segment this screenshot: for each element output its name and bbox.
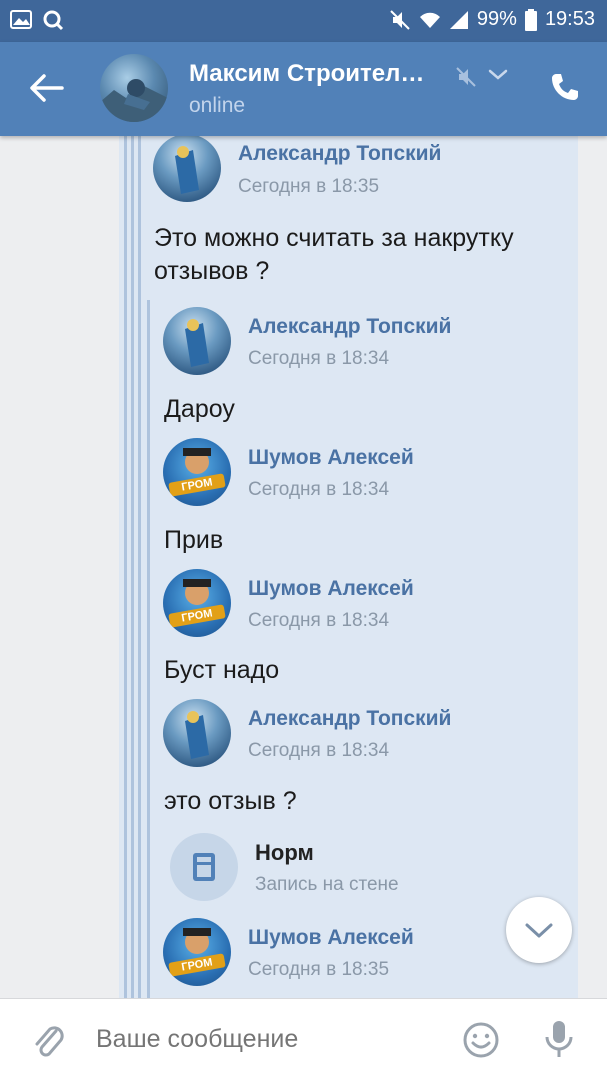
message-composer — [0, 998, 607, 1081]
message-time: Сегодня в 18:34 — [248, 348, 390, 369]
battery-icon — [524, 8, 537, 31]
signal-icon — [449, 10, 468, 29]
microphone-icon[interactable] — [542, 1019, 576, 1061]
avatar[interactable] — [163, 699, 231, 767]
message-list[interactable]: Александр Топский Сегодня в 18:35 Это мо… — [0, 136, 607, 998]
avatar-badge: ГРОМ — [181, 476, 214, 493]
message-text-line: отзывов ? — [154, 257, 270, 285]
author-name[interactable]: Шумов Алексей — [248, 577, 414, 601]
message-input[interactable] — [96, 1025, 436, 1054]
message-text: Дароу — [164, 395, 235, 423]
message-time: Сегодня в 18:35 — [238, 176, 380, 197]
avatar[interactable]: ГРОМ — [163, 569, 231, 637]
message-time: Сегодня в 18:34 — [248, 740, 390, 761]
phone-icon[interactable] — [550, 72, 580, 102]
message-text: это отзыв ? — [164, 787, 297, 815]
author-name[interactable]: Шумов Алексей — [248, 446, 414, 470]
message-text: Прив — [164, 526, 224, 554]
message-text: Это можно считать за накрутку отзывов ? — [154, 222, 514, 288]
author-name[interactable]: Александр Топский — [238, 142, 441, 166]
message-time: Сегодня в 18:34 — [248, 479, 390, 500]
chat-header: Максим Строител… online — [0, 42, 607, 136]
message-text-line: Это можно считать за накрутку — [154, 224, 514, 252]
status-time: 19:53 — [544, 8, 595, 30]
chat-title[interactable]: Максим Строител… — [189, 60, 424, 88]
quote-bar — [138, 136, 141, 998]
wifi-icon — [419, 12, 440, 28]
avatar[interactable]: ГРОМ — [163, 438, 231, 506]
avatar-badge: ГРОМ — [181, 956, 214, 973]
attach-icon[interactable] — [30, 1021, 66, 1061]
chat-status: online — [189, 94, 246, 117]
avatar[interactable] — [163, 307, 231, 375]
mute-icon — [456, 67, 476, 87]
chevron-down-icon[interactable] — [488, 68, 508, 82]
author-name[interactable]: Шумов Алексей — [248, 926, 414, 950]
quote-bar — [131, 136, 134, 998]
quote-bar — [124, 136, 127, 998]
message-time: Сегодня в 18:34 — [248, 610, 390, 631]
wall-post-icon[interactable] — [170, 833, 238, 901]
image-icon — [10, 10, 32, 29]
document-icon — [193, 853, 215, 881]
back-arrow-icon[interactable] — [26, 70, 66, 106]
scroll-down-icon — [525, 923, 553, 938]
scroll-down-button[interactable] — [506, 897, 572, 963]
quote-bar — [147, 300, 150, 998]
battery-percent: 99% — [476, 8, 517, 30]
search-icon — [43, 10, 64, 31]
avatar-badge: ГРОМ — [181, 607, 214, 624]
emoji-icon[interactable] — [462, 1021, 500, 1059]
author-name[interactable]: Александр Топский — [248, 315, 451, 339]
avatar[interactable] — [153, 136, 221, 202]
chat-avatar[interactable] — [100, 54, 168, 122]
mute-icon — [390, 9, 410, 30]
message-time: Сегодня в 18:35 — [248, 959, 390, 980]
wall-post-subtitle: Запись на стене — [255, 874, 399, 895]
message-text: Буст надо — [164, 656, 280, 684]
author-name[interactable]: Александр Топский — [248, 707, 451, 731]
status-bar: 99% 19:53 — [0, 0, 607, 42]
wall-post-title[interactable]: Норм — [255, 840, 314, 866]
avatar[interactable]: ГРОМ — [163, 918, 231, 986]
